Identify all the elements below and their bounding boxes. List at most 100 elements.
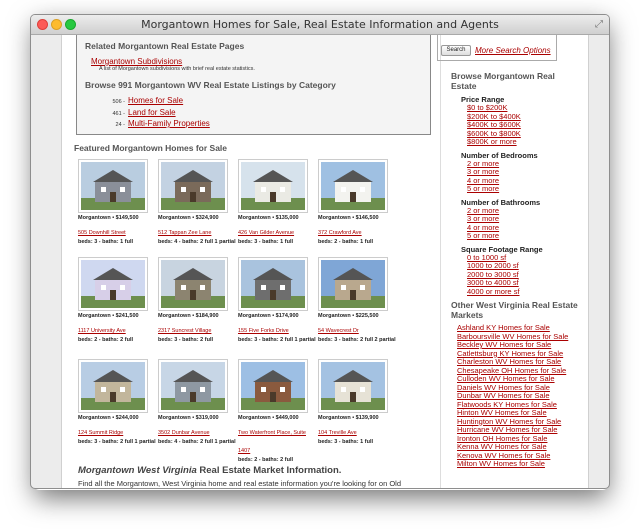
house-image xyxy=(81,260,145,308)
listing-price: Morgantown • $135,000 xyxy=(238,215,299,221)
category-link-land[interactable]: Land for Sale xyxy=(128,108,176,117)
market-heading-city: Morgantown West Virginia xyxy=(78,465,197,476)
listing-photo[interactable] xyxy=(238,159,308,213)
listing-photo[interactable] xyxy=(318,359,388,413)
listing-address-link[interactable]: 505 Downhill Street xyxy=(78,230,126,236)
listing-address-link[interactable]: 3502 Dunbar Avenue xyxy=(158,430,210,436)
house-image xyxy=(161,260,225,308)
listing-address-link[interactable]: 124 Summit Ridge xyxy=(78,430,123,436)
related-pages-box: Related Morgantown Real Estate Pages Mor… xyxy=(76,35,431,135)
listing-address-link[interactable]: 426 Van Gilder Avenue xyxy=(238,230,294,236)
listing-photo[interactable] xyxy=(78,257,148,311)
subdivisions-link[interactable]: Morgantown Subdivisions xyxy=(85,57,422,66)
browse-heading: Browse 991 Morgantown WV Real Estate Lis… xyxy=(85,80,336,90)
house-image xyxy=(161,162,225,210)
category-row: 461 - Land for Sale xyxy=(85,108,422,120)
category-row: 24 - Multi-Family Properties xyxy=(85,119,422,131)
market-paragraph: Find all the Morgantown, West Virginia h… xyxy=(78,479,401,488)
listing-beds-baths: beds: 3 - baths: 1 full xyxy=(318,439,374,445)
title-bar: Morgantown Homes for Sale, Real Estate I… xyxy=(31,15,609,35)
category-count: 506 - xyxy=(112,99,125,105)
listing-photo[interactable] xyxy=(158,359,228,413)
listing-card[interactable]: Morgantown • $319,000 3502 Dunbar Avenue b… xyxy=(158,359,236,446)
listing-card[interactable]: Morgantown • $184,900 2317 Suncrest Villa… xyxy=(158,257,236,344)
listing-beds-baths: beds: 3 - baths: 2 full 1 partial xyxy=(78,439,156,445)
listing-address-link[interactable]: 155 Five Forks Drive xyxy=(238,328,289,334)
listing-card[interactable]: Morgantown • $149,500 505 Downhill Street… xyxy=(78,159,156,246)
house-image xyxy=(241,162,305,210)
listing-card[interactable]: Morgantown • $449,000 Two Waterfront Plac… xyxy=(238,359,316,464)
subdivisions-note: A list of Morgantown subdivisions with b… xyxy=(99,66,255,72)
featured-heading: Featured Morgantown Homes for Sale xyxy=(74,143,228,153)
listing-photo[interactable] xyxy=(158,159,228,213)
listing-card[interactable]: Morgantown • $135,000 426 Van Gilder Aven… xyxy=(238,159,316,246)
listing-beds-baths: beds: 2 - baths: 2 full xyxy=(238,457,294,463)
listing-beds-baths: beds: 3 - baths: 2 full 2 partial xyxy=(318,337,396,343)
listing-photo[interactable] xyxy=(318,159,388,213)
listing-card[interactable]: Morgantown • $324,900 512 Tappan Zee Lane… xyxy=(158,159,236,246)
listing-beds-baths: beds: 4 - baths: 2 full 1 partial xyxy=(158,239,236,245)
listing-price: Morgantown • $225,500 xyxy=(318,313,379,319)
listing-address-link[interactable]: 2317 Suncrest Village xyxy=(158,328,211,334)
search-button[interactable]: Search xyxy=(441,45,471,56)
sidebar-browse: Browse Morgantown Real Estate Price Range… xyxy=(451,71,581,469)
listing-address-link[interactable]: 1117 University Ave xyxy=(78,328,126,334)
browse-title: Browse Morgantown Real Estate xyxy=(451,71,555,91)
listing-photo[interactable] xyxy=(78,159,148,213)
category-link-homes[interactable]: Homes for Sale xyxy=(128,96,183,105)
listing-price: Morgantown • $174,900 xyxy=(238,313,299,319)
house-image xyxy=(241,260,305,308)
listing-price: Morgantown • $184,900 xyxy=(158,313,219,319)
sidebar: Search More Search Options Browse Morgan… xyxy=(437,35,588,488)
listing-beds-baths: beds: 3 - baths: 2 full 1 partial xyxy=(238,337,316,343)
house-image xyxy=(81,162,145,210)
listing-photo[interactable] xyxy=(158,257,228,311)
listing-card[interactable]: Morgantown • $225,500 54 Wavecrest Dr beds… xyxy=(318,257,396,344)
category-link-multifamily[interactable]: Multi-Family Properties xyxy=(128,119,210,128)
listing-card[interactable]: Morgantown • $139,900 104 Treville Ave bed… xyxy=(318,359,396,446)
listing-beds-baths: beds: 2 - baths: 2 full xyxy=(78,337,134,343)
listing-card[interactable]: Morgantown • $174,900 155 Five Forks Driv… xyxy=(238,257,316,344)
browser-window: Morgantown Homes for Sale, Real Estate I… xyxy=(30,14,610,489)
category-row: 506 - Homes for Sale xyxy=(85,96,422,108)
fullscreen-icon[interactable]: ⤢ xyxy=(595,19,603,30)
listing-price: Morgantown • $324,900 xyxy=(158,215,219,221)
market-link[interactable]: Milton WV Homes for Sale xyxy=(451,459,581,469)
window-title: Morgantown Homes for Sale, Real Estate I… xyxy=(141,18,499,31)
listing-price: Morgantown • $139,900 xyxy=(318,415,379,421)
listing-address-link[interactable]: 104 Treville Ave xyxy=(318,430,357,436)
category-count: 461 - xyxy=(112,110,125,117)
listing-price: Morgantown • $244,000 xyxy=(78,415,139,421)
more-search-options-link[interactable]: More Search Options xyxy=(475,46,551,55)
listing-photo[interactable] xyxy=(78,359,148,413)
listing-card[interactable]: Morgantown • $244,000 124 Summit Ridge bed… xyxy=(78,359,156,446)
listing-address-link[interactable]: 54 Wavecrest Dr xyxy=(318,328,359,334)
listing-beds-baths: beds: 3 - baths: 1 full xyxy=(78,239,134,245)
house-image xyxy=(321,162,385,210)
house-image xyxy=(81,362,145,410)
listing-beds-baths: beds: 3 - baths: 2 full xyxy=(158,337,214,343)
house-image xyxy=(321,260,385,308)
listing-address-link[interactable]: Two Waterfront Place, Suite 1407 xyxy=(238,430,306,454)
bedrooms-link[interactable]: 5 or more xyxy=(451,184,581,194)
page-content: Related Morgantown Real Estate Pages Mor… xyxy=(61,35,589,488)
listing-card[interactable]: Morgantown • $146,500 372 Crawford Ave bed… xyxy=(318,159,396,246)
category-count: 24 - xyxy=(115,122,125,128)
listing-card[interactable]: Morgantown • $241,500 1117 University Ave… xyxy=(78,257,156,344)
listing-address-link[interactable]: 512 Tappan Zee Lane xyxy=(158,230,211,236)
square-footage-link[interactable]: 4000 or more sf xyxy=(451,287,581,297)
listing-price: Morgantown • $449,000 xyxy=(238,415,299,421)
price-range-link[interactable]: $800K or more xyxy=(451,137,581,147)
bathrooms-link[interactable]: 5 or more xyxy=(451,231,581,241)
house-image xyxy=(321,362,385,410)
listing-photo[interactable] xyxy=(238,359,308,413)
listing-beds-baths: beds: 3 - baths: 1 full xyxy=(238,239,294,245)
listing-price: Morgantown • $241,500 xyxy=(78,313,139,319)
related-heading: Related Morgantown Real Estate Pages xyxy=(85,41,245,51)
listing-photo[interactable] xyxy=(318,257,388,311)
market-heading: Morgantown West Virginia Real Estate Mar… xyxy=(78,465,341,476)
listing-photo[interactable] xyxy=(238,257,308,311)
listing-address-link[interactable]: 372 Crawford Ave xyxy=(318,230,362,236)
house-image xyxy=(241,362,305,410)
market-heading-rest: Real Estate Market Information. xyxy=(196,465,342,476)
